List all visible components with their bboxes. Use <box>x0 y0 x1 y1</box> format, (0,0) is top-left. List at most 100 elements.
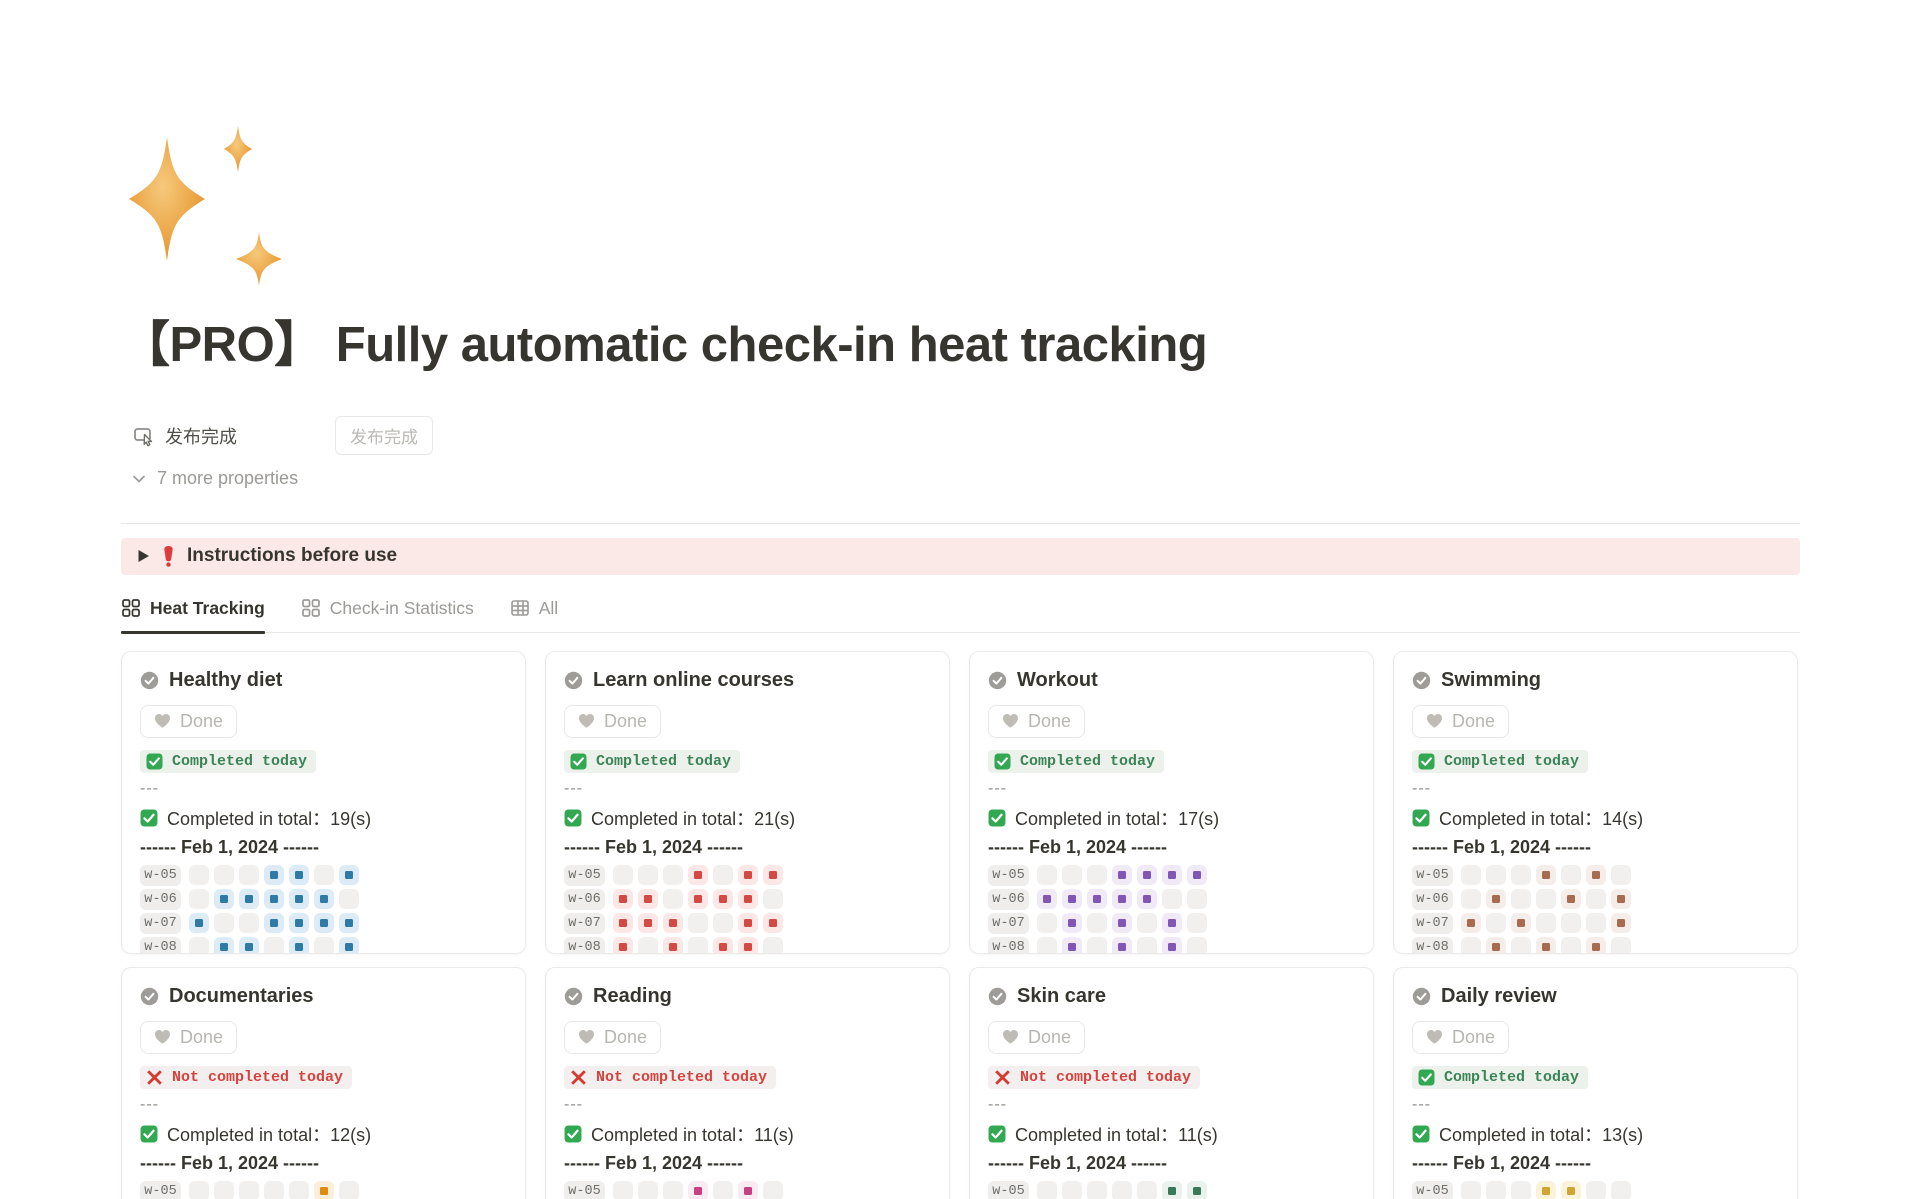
heat-grid: w-05w-06w-07w-08w-09 <box>564 865 931 954</box>
heat-cell-empty <box>1561 865 1581 885</box>
more-properties-label: 7 more properties <box>157 468 298 489</box>
habit-card[interactable]: Skin care Done Not completed today --- <box>969 967 1374 1199</box>
done-label: Done <box>1028 711 1071 732</box>
green-check-emoji-icon <box>146 753 163 770</box>
card-header: Daily review <box>1412 985 1779 1008</box>
green-check-emoji-icon <box>1418 753 1435 770</box>
week-label: w-06 <box>1412 889 1453 910</box>
heat-cell-empty <box>1037 865 1057 885</box>
done-button[interactable]: Done <box>988 1021 1085 1054</box>
habit-card[interactable]: Documentaries Done Not completed today -… <box>121 967 526 1199</box>
heat-cell-filled <box>264 913 284 933</box>
tab-label: Heat Tracking <box>150 598 265 619</box>
sparkles-page-icon[interactable] <box>121 122 291 294</box>
heat-grid: w-05w-06 <box>1412 1181 1779 1199</box>
heat-cell-empty <box>264 937 284 954</box>
card-title: Workout <box>1017 669 1098 692</box>
green-check-emoji-icon <box>140 1125 158 1143</box>
heat-cell-empty <box>763 1181 783 1199</box>
heat-cell-empty <box>663 1181 683 1199</box>
card-title: Skin care <box>1017 985 1106 1008</box>
habit-card[interactable]: Workout Done Completed today --- <box>969 651 1374 954</box>
done-button[interactable]: Done <box>988 705 1085 738</box>
heat-week-row: w-05 <box>988 1181 1355 1199</box>
total-text: Completed in total：12(s) <box>167 1121 371 1147</box>
done-button[interactable]: Done <box>140 705 237 738</box>
more-properties-toggle[interactable]: 7 more properties <box>121 461 1800 497</box>
heat-cell-filled <box>264 865 284 885</box>
habit-card[interactable]: Reading Done Not completed today --- <box>545 967 950 1199</box>
card-title: Daily review <box>1441 985 1557 1008</box>
date-header: ------ Feb 1, 2024 ------ <box>140 837 507 858</box>
week-label: w-05 <box>1412 1181 1453 1199</box>
done-button[interactable]: Done <box>564 705 661 738</box>
heat-cell-filled <box>1187 865 1207 885</box>
status-badge-label: Completed today <box>1444 753 1579 770</box>
green-check-emoji-icon <box>140 809 158 827</box>
red-cross-emoji-icon <box>146 1069 163 1086</box>
heat-cell-empty <box>1486 913 1506 933</box>
check-circle-icon <box>988 987 1007 1006</box>
heat-cell-filled <box>663 937 683 954</box>
done-button[interactable]: Done <box>140 1021 237 1054</box>
heat-cell-filled <box>1162 937 1182 954</box>
heat-cell-filled <box>289 889 309 909</box>
tab-heat-tracking[interactable]: Heat Tracking <box>121 598 265 632</box>
heat-cell-filled <box>1536 865 1556 885</box>
done-button[interactable]: Done <box>564 1021 661 1054</box>
heat-week-row: w-08 <box>1412 937 1779 954</box>
instructions-toggle[interactable]: Instructions before use <box>121 538 1800 575</box>
card-header: Reading <box>564 985 931 1008</box>
total-line: Completed in total：11(s) <box>564 1121 931 1147</box>
heat-cell-filled <box>1087 889 1107 909</box>
status-badge: Not completed today <box>140 1066 352 1089</box>
status-badge: Completed today <box>1412 750 1588 773</box>
heat-cell-filled <box>339 937 359 954</box>
green-check-emoji-icon <box>570 753 587 770</box>
heat-cell-empty <box>214 913 234 933</box>
property-button[interactable]: 发布完成 <box>335 416 433 455</box>
heat-cell-filled <box>638 889 658 909</box>
heat-cell-filled <box>314 1181 334 1199</box>
habit-card[interactable]: Healthy diet Done Completed today --- <box>121 651 526 954</box>
week-label: w-08 <box>564 937 605 954</box>
heat-cell-empty <box>1536 913 1556 933</box>
total-text: Completed in total：13(s) <box>1439 1121 1643 1147</box>
heat-cell-empty <box>239 1181 259 1199</box>
heat-cell-empty <box>713 865 733 885</box>
heat-cell-empty <box>638 1181 658 1199</box>
heat-cell-empty <box>1586 913 1606 933</box>
heat-cell-empty <box>214 1181 234 1199</box>
status-badge-label: Not completed today <box>172 1069 343 1086</box>
heat-cell-filled <box>1511 913 1531 933</box>
habit-card[interactable]: Learn online courses Done Completed toda… <box>545 651 950 954</box>
tab-checkin-statistics[interactable]: Check-in Statistics <box>301 598 474 632</box>
done-label: Done <box>180 1027 223 1048</box>
heart-icon <box>578 1029 595 1045</box>
done-button[interactable]: Done <box>1412 705 1509 738</box>
date-header: ------ Feb 1, 2024 ------ <box>564 837 931 858</box>
heat-cell-filled <box>738 889 758 909</box>
heat-cell-empty <box>1137 1181 1157 1199</box>
heat-cell-filled <box>1611 913 1631 933</box>
instructions-label: Instructions before use <box>187 545 397 567</box>
green-check-emoji-icon <box>988 1125 1006 1143</box>
habit-card[interactable]: Swimming Done Completed today --- <box>1393 651 1798 954</box>
card-header: Learn online courses <box>564 669 931 692</box>
week-label: w-05 <box>988 1181 1029 1199</box>
heat-cell-empty <box>1087 1181 1107 1199</box>
done-button[interactable]: Done <box>1412 1021 1509 1054</box>
heat-cell-empty <box>1461 865 1481 885</box>
done-label: Done <box>604 711 647 732</box>
habit-card[interactable]: Daily review Done Completed today --- <box>1393 967 1798 1199</box>
heat-week-row: w-08 <box>988 937 1355 954</box>
date-header: ------ Feb 1, 2024 ------ <box>988 837 1355 858</box>
tab-all[interactable]: All <box>510 598 558 632</box>
heat-cell-filled <box>738 865 758 885</box>
separator-text: --- <box>564 781 931 797</box>
total-line: Completed in total：14(s) <box>1412 805 1779 831</box>
heat-cell-filled <box>1586 937 1606 954</box>
property-row[interactable]: 发布完成 发布完成 <box>121 417 1800 455</box>
toggle-triangle-icon[interactable] <box>137 549 150 563</box>
heat-cell-filled <box>1037 889 1057 909</box>
